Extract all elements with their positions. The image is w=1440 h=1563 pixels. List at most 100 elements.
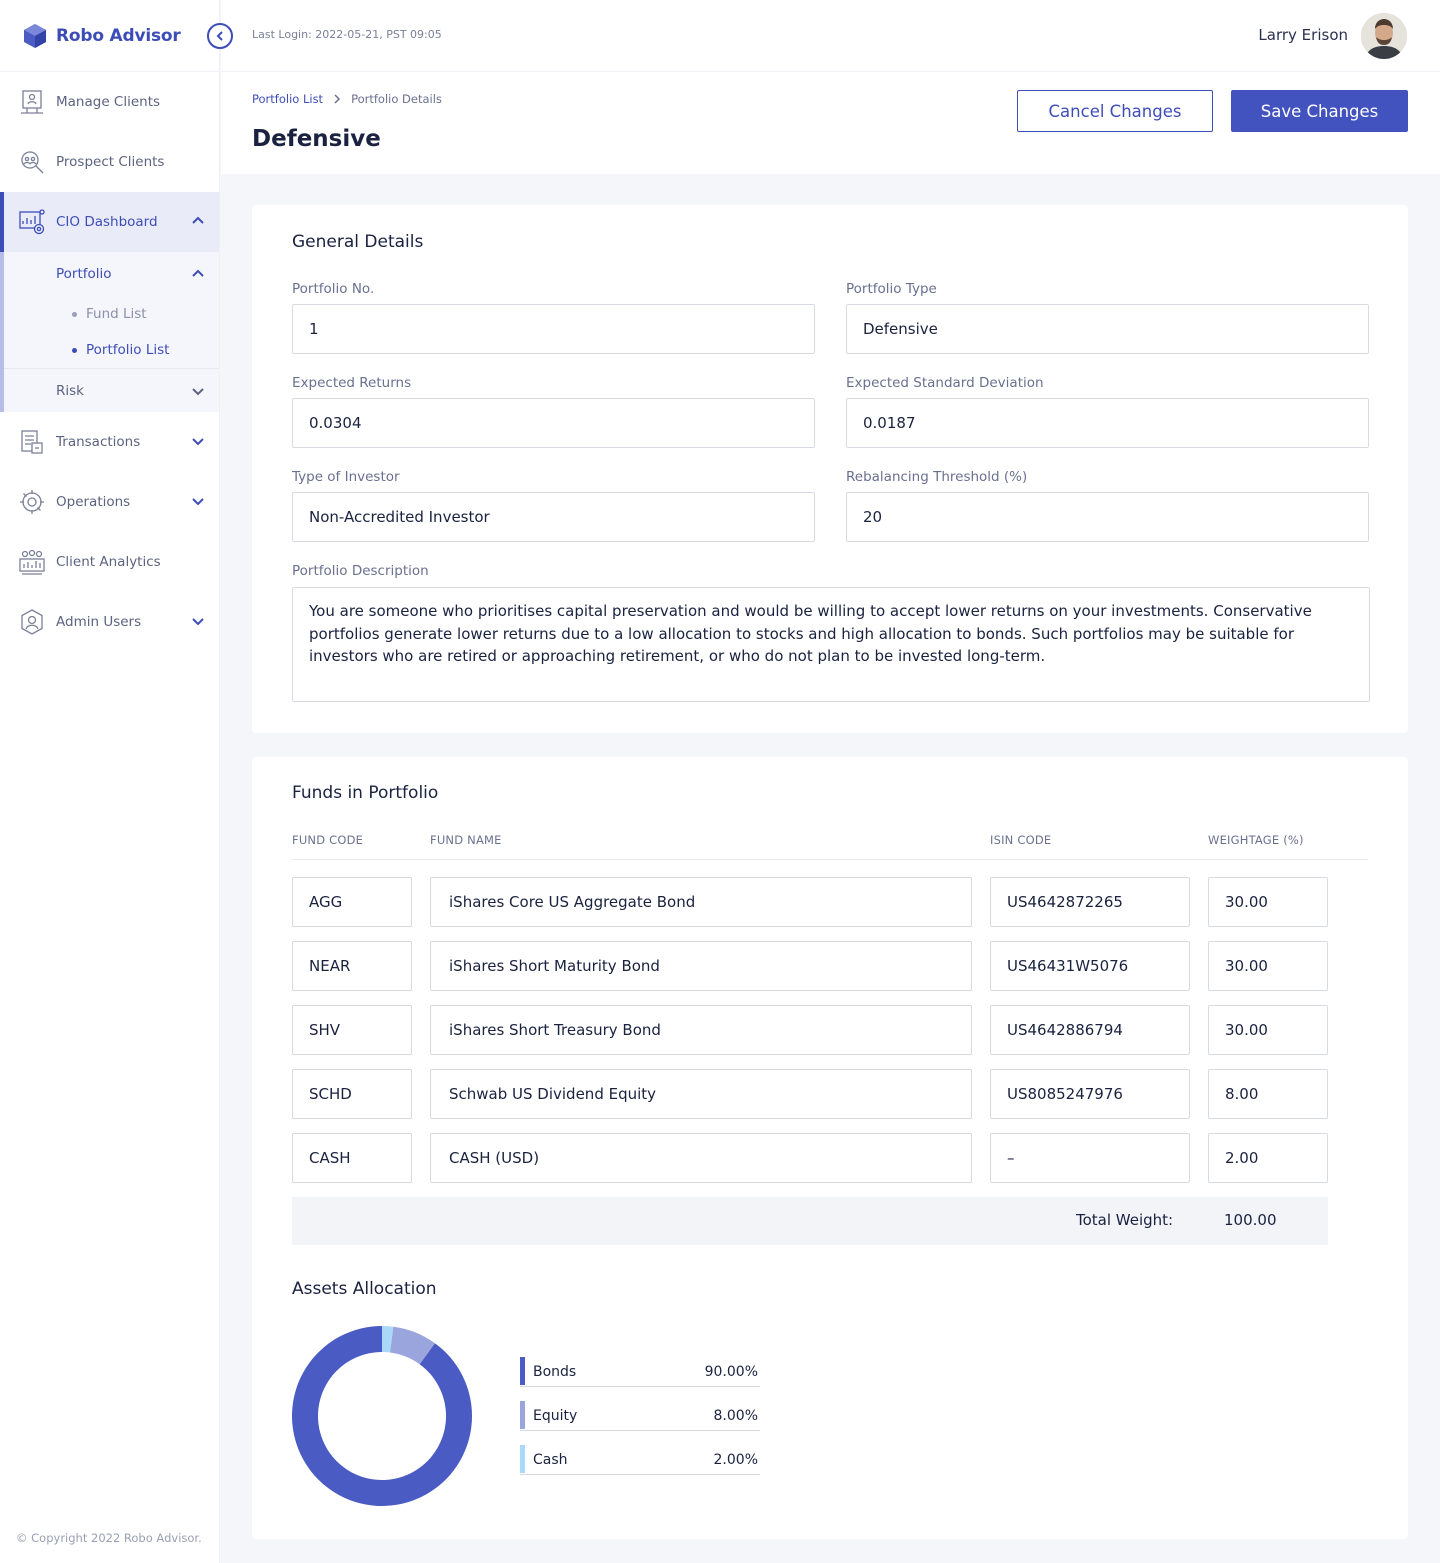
general-details-title: General Details (292, 232, 424, 252)
avatar[interactable] (1361, 13, 1407, 59)
fund-code-cell[interactable]: CASH (292, 1133, 412, 1183)
cio-dashboard-submenu: Portfolio Fund List Portfolio List Risk (0, 252, 219, 412)
submenu-item-label: Fund List (86, 306, 147, 322)
fund-code-cell[interactable]: AGG (292, 877, 412, 927)
rebalancing-threshold-label: Rebalancing Threshold (%) (846, 469, 1028, 485)
sidebar-item-transactions[interactable]: Transactions (0, 412, 219, 472)
chevron-down-icon (192, 498, 204, 506)
cio-dashboard-icon (18, 208, 46, 236)
submenu-item-portfolio[interactable]: Portfolio (4, 252, 219, 296)
brand[interactable]: Robo Advisor (0, 0, 219, 72)
column-header-weightage: WEIGHTAGE (%) (1208, 833, 1304, 847)
fund-name-cell[interactable]: iShares Short Treasury Bond (430, 1005, 972, 1055)
weightage-cell[interactable]: 30.00 (1208, 877, 1328, 927)
portfolio-type-field[interactable]: Defensive (846, 304, 1369, 354)
chevron-down-icon (192, 388, 204, 396)
top-bar: Last Login: 2022-05-21, PST 09:05 Larry … (221, 0, 1440, 72)
sidebar-item-label: Client Analytics (56, 554, 161, 570)
submenu-item-label: Portfolio (56, 266, 112, 282)
client-analytics-icon (18, 548, 46, 576)
isin-code-cell[interactable]: US8085247976 (990, 1069, 1190, 1119)
sidebar-item-label: Manage Clients (56, 94, 161, 110)
page-header: Portfolio List Portfolio Details Defensi… (221, 72, 1440, 174)
investor-type-field[interactable]: Non-Accredited Investor (292, 492, 815, 542)
portfolio-no-field[interactable]: 1 (292, 304, 815, 354)
general-details-card: General Details Portfolio No. 1 Portfoli… (252, 205, 1408, 733)
legend-swatch (520, 1401, 525, 1429)
sidebar-item-manage-clients[interactable]: Manage Clients (0, 72, 219, 132)
sidebar-item-admin-users[interactable]: Admin Users (0, 592, 219, 652)
robo-advisor-logo-icon (24, 23, 46, 48)
fund-name-cell[interactable]: iShares Short Maturity Bond (430, 941, 972, 991)
sidebar-item-label: CIO Dashboard (56, 214, 158, 230)
user-avatar-icon (1361, 13, 1407, 59)
total-weight-label: Total Weight: (1076, 1211, 1174, 1229)
submenu-item-fund-list[interactable]: Fund List (4, 296, 219, 332)
fund-code-cell[interactable]: SCHD (292, 1069, 412, 1119)
save-changes-button[interactable]: Save Changes (1231, 90, 1408, 132)
breadcrumb-portfolio-list[interactable]: Portfolio List (252, 92, 323, 106)
expected-sd-field[interactable]: 0.0187 (846, 398, 1369, 448)
submenu-item-risk[interactable]: Risk (4, 368, 219, 412)
bullet-dot (72, 311, 77, 317)
user-name[interactable]: Larry Erison (1258, 26, 1348, 44)
portfolio-no-label: Portfolio No. (292, 281, 375, 297)
operations-icon (18, 488, 46, 516)
chevron-down-icon (192, 438, 204, 446)
column-header-fund-name: FUND NAME (430, 833, 502, 847)
weightage-cell[interactable]: 2.00 (1208, 1133, 1328, 1183)
isin-code-cell[interactable]: – (990, 1133, 1190, 1183)
sidebar-item-operations[interactable]: Operations (0, 472, 219, 532)
submenu-item-label: Portfolio List (86, 342, 170, 358)
legend-item-cash: Cash 2.00% (520, 1445, 760, 1475)
weightage-cell[interactable]: 30.00 (1208, 941, 1328, 991)
fund-code-cell[interactable]: SHV (292, 1005, 412, 1055)
column-header-fund-code: FUND CODE (292, 833, 364, 847)
sidebar: Robo Advisor Manage Clients Prospect Cli… (0, 0, 220, 1563)
last-login: Last Login: 2022-05-21, PST 09:05 (252, 28, 442, 41)
app-name: Robo Advisor (56, 25, 181, 46)
manage-clients-icon (18, 88, 46, 116)
funds-title: Funds in Portfolio (292, 783, 439, 803)
table-header-divider (292, 859, 1368, 860)
legend-label: Cash (533, 1452, 568, 1468)
investor-type-label: Type of Investor (292, 469, 400, 485)
collapse-sidebar-button[interactable] (207, 23, 233, 49)
rebalancing-threshold-field[interactable]: 20 (846, 492, 1369, 542)
isin-code-cell[interactable]: US4642872265 (990, 877, 1190, 927)
fund-name-cell[interactable]: iShares Core US Aggregate Bond (430, 877, 972, 927)
legend-label: Bonds (533, 1364, 577, 1380)
portfolio-description-field[interactable]: You are someone who prioritises capital … (292, 587, 1370, 702)
sidebar-item-cio-dashboard[interactable]: CIO Dashboard (0, 192, 219, 252)
column-header-isin-code: ISIN CODE (990, 833, 1052, 847)
chevron-up-icon (192, 216, 204, 224)
expected-returns-field[interactable]: 0.0304 (292, 398, 815, 448)
fund-name-cell[interactable]: Schwab US Dividend Equity (430, 1069, 972, 1119)
sidebar-item-label: Admin Users (56, 614, 142, 630)
legend-value: 90.00% (704, 1364, 758, 1380)
chevron-left-icon (216, 31, 223, 41)
prospect-clients-icon (18, 148, 46, 176)
cancel-changes-button[interactable]: Cancel Changes (1017, 90, 1213, 132)
legend-swatch (520, 1357, 525, 1385)
sidebar-item-client-analytics[interactable]: Client Analytics (0, 532, 219, 592)
legend-label: Equity (533, 1408, 578, 1424)
portfolio-type-label: Portfolio Type (846, 281, 937, 297)
total-weight-bar: Total Weight: 100.00 (292, 1197, 1328, 1245)
isin-code-cell[interactable]: US4642886794 (990, 1005, 1190, 1055)
submenu-item-portfolio-list[interactable]: Portfolio List (4, 332, 219, 368)
expected-sd-label: Expected Standard Deviation (846, 375, 1044, 391)
portfolio-description-label: Portfolio Description (292, 563, 429, 579)
sidebar-item-label: Operations (56, 494, 131, 510)
legend-item-equity: Equity 8.00% (520, 1401, 760, 1431)
fund-code-cell[interactable]: NEAR (292, 941, 412, 991)
weightage-cell[interactable]: 8.00 (1208, 1069, 1328, 1119)
chevron-down-icon (192, 618, 204, 626)
isin-code-cell[interactable]: US46431W5076 (990, 941, 1190, 991)
sidebar-item-prospect-clients[interactable]: Prospect Clients (0, 132, 219, 192)
weightage-cell[interactable]: 30.00 (1208, 1005, 1328, 1055)
fund-name-cell[interactable]: CASH (USD) (430, 1133, 972, 1183)
breadcrumb-current: Portfolio Details (351, 92, 442, 106)
bullet-dot (72, 347, 77, 353)
chevron-up-icon (192, 269, 204, 277)
